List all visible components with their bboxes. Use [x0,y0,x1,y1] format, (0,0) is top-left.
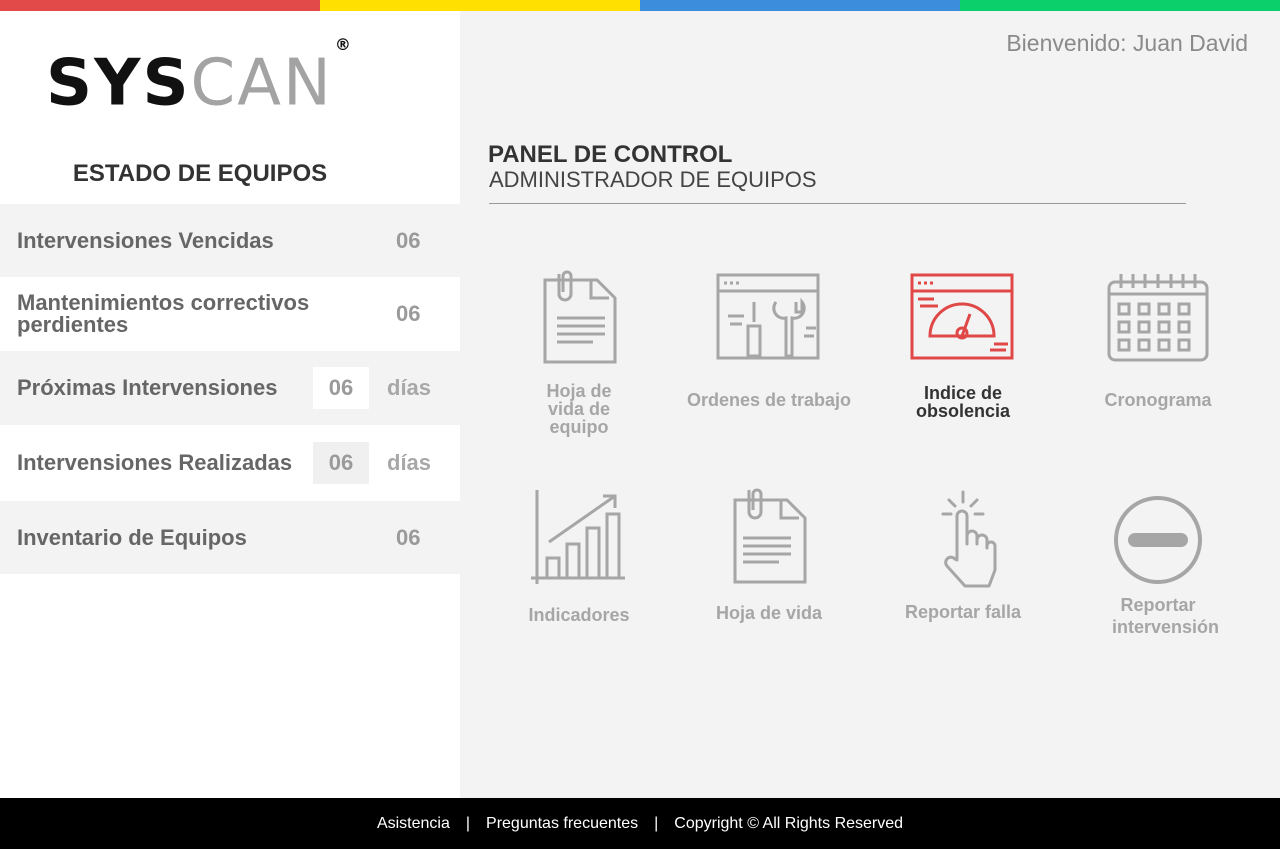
tile-hoja-de-vida[interactable]: Hoja de vida [679,486,859,636]
footer-copyright: Copyright © All Rights Reserved [674,814,904,832]
tile-indicadores[interactable]: Indicadores [489,486,669,636]
tile-label: Reportar intervensión [1112,595,1220,637]
sidebar: SYSCAN® ESTADO DE EQUIPOS Intervensiones… [0,11,460,798]
tile-label: Indicadores [528,605,630,625]
color-bar-yellow [320,0,640,11]
tile-hoja-de-vida-equipo[interactable]: Hoja de vida de equipo [489,266,669,436]
status-label: Mantenimientos correctivos perdientes [17,290,310,337]
calendar-icon [1107,274,1209,362]
color-bar-green [960,0,1280,11]
color-bar-blue [640,0,960,11]
tile-reportar-falla[interactable]: Reportar falla [873,486,1053,636]
status-value: 06 [396,227,421,253]
footer-separator: | [465,814,471,832]
status-row-vencidas[interactable]: Intervensiones Vencidas 06 [0,204,460,277]
status-unit: días [387,450,432,475]
status-value: 06 [396,524,421,550]
status-row-correctivos[interactable]: Mantenimientos correctivos perdientes 06 [0,277,460,351]
page-title: PANEL DE CONTROL [488,141,733,168]
tile-ordenes-de-trabajo[interactable]: Ordenes de trabajo [679,266,859,426]
sidebar-title: ESTADO DE EQUIPOS [72,160,328,187]
footer-separator: | [654,814,659,832]
welcome-message: Bienvenido: Juan David [1006,30,1248,56]
status-label: Próximas Intervensiones [17,375,278,400]
status-row-inventario[interactable]: Inventario de Equipos 06 [0,501,460,574]
tile-label: Indice de obsolencia [915,383,1011,421]
tile-reportar-intervension[interactable]: Reportar intervensión [1068,486,1248,637]
tools-window-icon [716,273,820,360]
tile-label: Hoja de vida [715,603,823,623]
speedometer-window-icon [910,273,1014,360]
tile-label: Cronograma [1104,390,1212,410]
status-label: Inventario de Equipos [17,524,247,550]
tile-label: Ordenes de trabajo [686,390,852,410]
footer-link-asistencia[interactable]: Asistencia [377,815,450,833]
tile-label: Reportar falla [904,602,1022,622]
tap-hand-icon [941,490,997,588]
tile-indice-obsolencia[interactable]: Indice de obsolencia [873,266,1053,426]
logo[interactable]: SYSCAN® [46,35,353,115]
minus-circle-icon [1114,496,1202,584]
tile-cronograma[interactable]: Cronograma [1068,266,1248,426]
document-clip-icon [733,488,807,584]
tile-label: Hoja de vida de equipo [546,381,612,437]
status-row-realizadas[interactable]: Intervensiones Realizadas 06 días [0,425,460,501]
title-divider [489,203,1186,204]
status-value-box: 06 [313,442,369,484]
bar-chart-icon [531,490,625,584]
color-bar-red [0,0,320,11]
status-label: Intervensiones Realizadas [17,450,293,475]
footer: Asistencia | Preguntas frecuentes | Copy… [0,798,1280,849]
color-bar [0,0,1280,11]
document-clip-icon [543,270,617,364]
page-subtitle: ADMINISTRADOR DE EQUIPOS [489,167,817,192]
status-label: Intervensiones Vencidas [17,227,274,253]
status-row-proximas[interactable]: Próximas Intervensiones 06 días [0,351,460,425]
footer-link-faq[interactable]: Preguntas frecuentes [486,815,638,833]
status-value-box: 06 [313,367,369,409]
status-value: 06 [396,301,421,326]
status-unit: días [387,375,432,400]
